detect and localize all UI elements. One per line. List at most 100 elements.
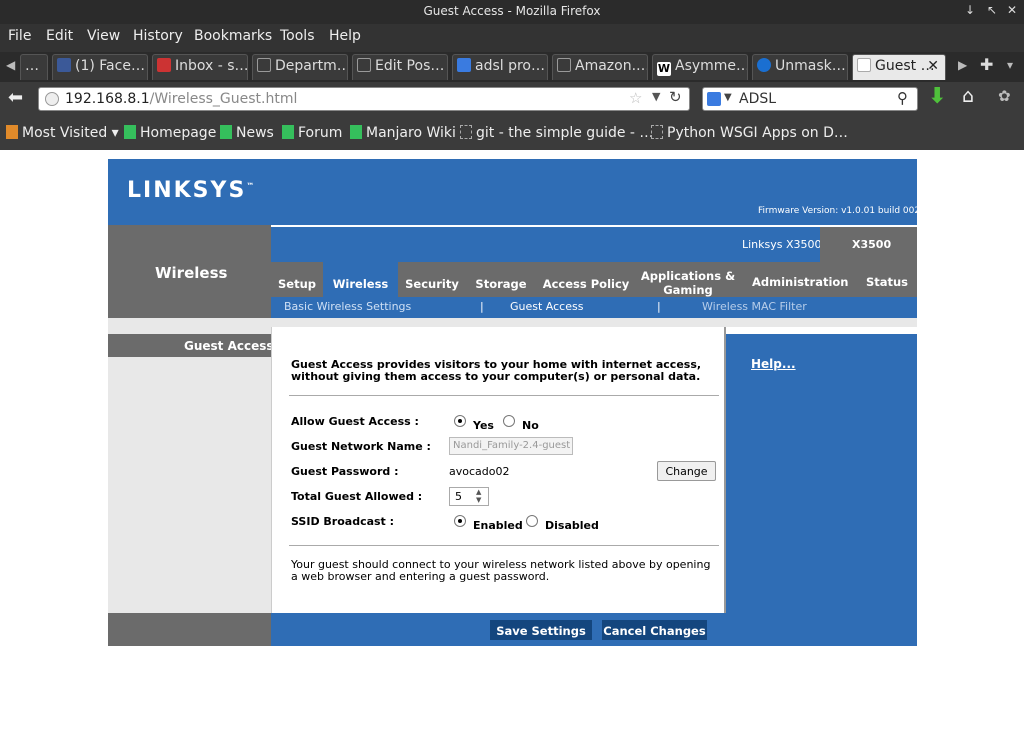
navigation-bar: ⬅ 192.168.8.1/Wireless_Guest.html ☆ ▼ ↻ … [0, 82, 1024, 116]
manjaro-icon [350, 125, 362, 139]
reload-icon[interactable]: ↻ [669, 88, 682, 106]
cancel-changes-button[interactable]: Cancel Changes [602, 620, 707, 640]
password-value: avocado02 [449, 465, 510, 478]
tab-label: Guest … [875, 58, 935, 74]
globe-icon [45, 92, 59, 106]
close-tab-icon[interactable]: ✕ [927, 58, 939, 74]
menu-view[interactable]: View [87, 28, 120, 44]
menu-history[interactable]: History [133, 28, 183, 44]
tab-label: Amazon.… [575, 58, 648, 74]
url-bar[interactable]: 192.168.8.1/Wireless_Guest.html ☆ ▼ ↻ [38, 87, 690, 111]
menu-tools[interactable]: Tools [280, 28, 315, 44]
back-icon[interactable]: ⬅ [8, 87, 23, 108]
bookmark-python-wsgi[interactable]: Python WSGI Apps on D… [651, 125, 848, 141]
menu-bar: File Edit View History Bookmarks Tools H… [0, 24, 1024, 52]
bookmark-news[interactable]: News [220, 125, 274, 141]
tab-1[interactable]: (1) Face… [52, 54, 148, 80]
ssid-enabled-label: Enabled [473, 519, 523, 532]
stepper-arrows-icon[interactable]: ▲ ▼ [476, 488, 481, 504]
help-column [726, 334, 917, 613]
engine-dropdown-icon[interactable]: ▼ [724, 92, 732, 103]
window-titlebar: Guest Access - Mozilla Firefox ↓ ↖ ✕ [0, 0, 1024, 24]
subnav-guest-access[interactable]: Guest Access [510, 300, 583, 313]
menu-help[interactable]: Help [329, 28, 361, 44]
subnav-basic-wireless[interactable]: Basic Wireless Settings [284, 300, 411, 313]
close-window-icon[interactable]: ✕ [1007, 3, 1017, 17]
allow-label: Allow Guest Access : [291, 415, 419, 428]
tab-3[interactable]: Departm… [252, 54, 348, 80]
gmail-icon [157, 58, 171, 72]
search-input[interactable]: ADSL [739, 91, 776, 107]
maximize-icon[interactable]: ↖ [987, 3, 997, 17]
model-bar [271, 227, 820, 262]
ssid-enabled-radio[interactable] [454, 515, 466, 527]
content-top-strip [271, 318, 917, 327]
footer-note: Your guest should connect to your wirele… [291, 558, 711, 583]
firmware-version: Firmware Version: v1.0.01 build 002 [758, 206, 921, 216]
globe-icon [757, 58, 771, 72]
ssid-disabled-label: Disabled [545, 519, 599, 532]
bookmark-label: Forum [298, 125, 343, 141]
bookmark-homepage[interactable]: Homepage [124, 125, 216, 141]
tab-4[interactable]: Edit Pos… [352, 54, 448, 80]
bookmark-most-visited[interactable]: Most Visited ▾ [6, 125, 119, 141]
change-password-button[interactable]: Change [657, 461, 716, 481]
wikipedia-icon: W [657, 62, 671, 76]
subnav-separator: | [657, 300, 661, 313]
minimize-icon[interactable]: ↓ [965, 3, 975, 17]
subnav-mac-filter[interactable]: Wireless MAC Filter [702, 300, 807, 313]
home-icon[interactable]: ⌂ [962, 85, 974, 107]
tab-6[interactable]: Amazon.… [552, 54, 648, 80]
tab-0[interactable]: … [20, 54, 48, 80]
tab-scroll-right-icon[interactable]: ▶ [958, 58, 967, 72]
tab-2[interactable]: Inbox - s… [152, 54, 248, 80]
search-icon[interactable]: ⚲ [897, 89, 908, 107]
menu-bookmarks[interactable]: Bookmarks [194, 28, 272, 44]
left-column [108, 318, 271, 613]
bottom-bar [271, 613, 917, 646]
tab-8[interactable]: Unmask… [752, 54, 848, 80]
allow-yes-radio[interactable] [454, 415, 466, 427]
google-icon [457, 58, 471, 72]
bookmark-label: Homepage [140, 125, 217, 141]
history-dropdown-icon[interactable]: ▼ [652, 90, 660, 103]
tab-bar: ◀ … (1) Face… Inbox - s… Departm… Edit P… [0, 52, 1024, 82]
new-tab-icon[interactable]: ✚ [980, 55, 993, 74]
url-path: /Wireless_Guest.html [149, 91, 298, 107]
bookmarks-bar: Most Visited ▾ Homepage News Forum Manja… [0, 116, 1024, 150]
tab-7[interactable]: W Asymme… [652, 54, 748, 80]
tab-label: Asymme… [675, 58, 748, 74]
allow-yes-label: Yes [473, 419, 494, 432]
blank-page-icon [257, 58, 271, 72]
bookmark-manjaro-wiki[interactable]: Manjaro Wiki [350, 125, 456, 141]
blank-page-icon [357, 58, 371, 72]
network-name-field[interactable]: Nandi_Family-2.4-guest [449, 437, 573, 455]
divider [289, 395, 719, 396]
nav-applications-gaming[interactable]: Applications & Gaming [640, 269, 736, 299]
bookmark-label: News [236, 125, 274, 141]
bookmark-star-icon[interactable]: ☆ [629, 89, 642, 107]
bookmark-forum[interactable]: Forum [282, 125, 342, 141]
menu-edit[interactable]: Edit [46, 28, 73, 44]
blank-page-icon [651, 125, 663, 139]
download-icon[interactable]: ⬇ [928, 84, 946, 109]
save-settings-button[interactable]: Save Settings [490, 620, 592, 640]
addon-icon[interactable]: ✿ [998, 87, 1011, 105]
allow-no-radio[interactable] [503, 415, 515, 427]
bookmark-git-guide[interactable]: git - the simple guide - … [460, 125, 653, 141]
search-box[interactable]: ▼ ADSL ⚲ [702, 87, 918, 111]
tab-5[interactable]: adsl pro… [452, 54, 548, 80]
tab-9-active[interactable]: Guest … ✕ [852, 54, 946, 80]
tab-scroll-left-icon[interactable]: ◀ [6, 58, 15, 72]
menu-file[interactable]: File [8, 28, 31, 44]
tab-label: (1) Face… [75, 58, 145, 74]
network-name-label: Guest Network Name : [291, 440, 431, 453]
subnav-separator: | [480, 300, 484, 313]
side-title: Guest Access [184, 339, 274, 353]
help-link[interactable]: Help... [751, 357, 796, 371]
tab-list-icon[interactable]: ▾ [1007, 58, 1013, 72]
total-guest-stepper[interactable]: 5 ▲ ▼ [449, 487, 489, 506]
tab-label: Unmask… [775, 58, 846, 74]
manjaro-icon [124, 125, 136, 139]
ssid-disabled-radio[interactable] [526, 515, 538, 527]
